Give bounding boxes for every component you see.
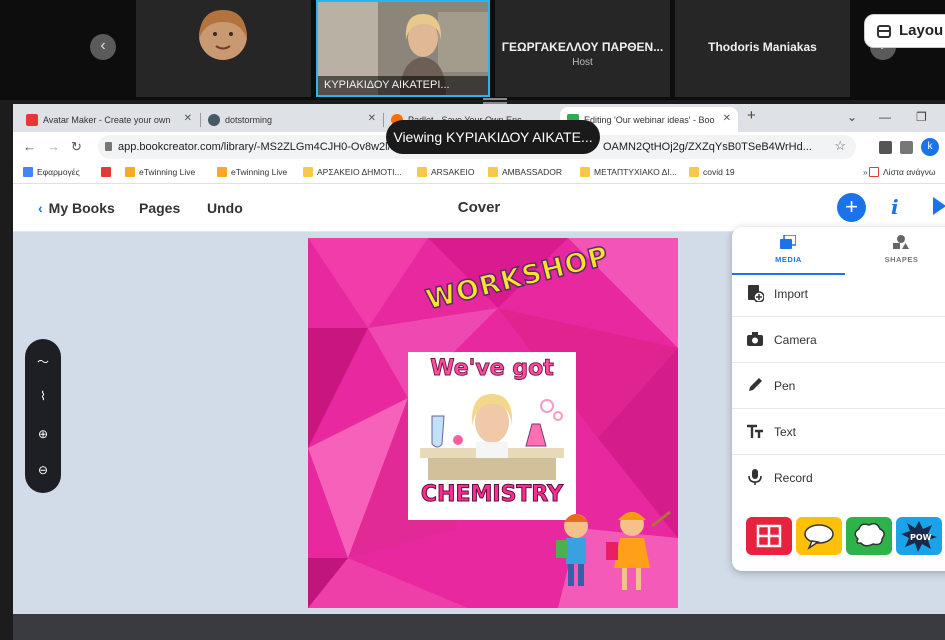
participant-tile-active: ΚΥΡΙΑΚΙΔΟΥ ΑΙΚΑΤΕΡΙ... bbox=[316, 0, 490, 97]
bottom-bar bbox=[13, 614, 945, 640]
reading-list[interactable]: Λίστα ανάγνω bbox=[869, 167, 936, 177]
media-icon bbox=[780, 235, 796, 249]
tab-shapes[interactable]: SHAPES bbox=[845, 227, 945, 275]
host-label: Host bbox=[572, 57, 593, 68]
card-top-text: We've got bbox=[430, 356, 554, 382]
new-tab-button[interactable]: + bbox=[747, 107, 756, 124]
prev-participants-button[interactable]: ‹ bbox=[90, 34, 116, 60]
play-icon[interactable] bbox=[933, 197, 945, 215]
sticker-swatches: POW bbox=[746, 517, 945, 555]
close-tab-icon[interactable]: ✕ bbox=[184, 113, 192, 124]
cloud-bubble-sticker[interactable] bbox=[846, 517, 892, 555]
bookmarks-bar: Εφαρμογές eTwinning Live eTwinning Live … bbox=[13, 162, 945, 184]
profile-avatar[interactable]: k bbox=[921, 138, 939, 156]
back-arrow-icon[interactable]: ← bbox=[23, 139, 36, 154]
zoom-participant-strip: ‹ ΚΥΡΙΑΚΙΔΟΥ ΑΙΚΑΤΕΡΙ... ΓΕΩΡΓΑΚΕΛΛΟΥ ΠΑ… bbox=[0, 0, 945, 100]
highlighter-icon[interactable]: ⌇ bbox=[25, 389, 61, 403]
participant-tile bbox=[136, 0, 311, 97]
shapes-icon bbox=[893, 235, 909, 249]
tab-favicon-icon bbox=[208, 114, 220, 126]
viewing-banner: Viewing ΚΥΡΙΑΚΙΔΟΥ ΑΙΚΑΤΕ... bbox=[386, 120, 600, 154]
layout-icon bbox=[877, 25, 891, 38]
screen: ‹ ΚΥΡΙΑΚΙΔΟΥ ΑΙΚΑΤΕΡΙ... ΓΕΩΡΓΑΚΕΛΛΟΥ ΠΑ… bbox=[0, 0, 945, 640]
layout-button[interactable]: Layou bbox=[864, 14, 945, 48]
bookmark-favicon-icon bbox=[217, 167, 227, 177]
app-toolbar: ‹ My Books Pages Undo Cover + i bbox=[13, 184, 945, 232]
browser-tab[interactable]: Avatar Maker - Create your own ✕ bbox=[19, 107, 199, 132]
camera-icon bbox=[747, 332, 763, 346]
import-icon bbox=[748, 285, 764, 302]
pow-sticker[interactable]: POW bbox=[896, 517, 942, 555]
cover-page[interactable]: WORKSHOP We've got CHEMISTRY bbox=[308, 238, 678, 608]
folder-icon bbox=[689, 167, 699, 177]
folder-icon bbox=[303, 167, 313, 177]
pow-burst-icon: POW bbox=[901, 521, 937, 552]
tab-media[interactable]: MEDIA bbox=[732, 227, 845, 275]
speech-bubble-icon bbox=[804, 524, 834, 551]
kids-sticker bbox=[556, 510, 671, 590]
extensions-puzzle-icon[interactable] bbox=[900, 141, 913, 154]
bookmark-folder[interactable]: ΜΕΤΑΠΤΥΧΙΑΚΟ ΔΙ... bbox=[580, 167, 677, 177]
grid-sticker[interactable] bbox=[746, 517, 792, 555]
bookmark-favicon-icon bbox=[101, 167, 111, 177]
chemistry-card: We've got CHEMISTRY bbox=[408, 352, 576, 520]
bookmark-item[interactable]: Εφαρμογές bbox=[23, 167, 80, 177]
participant-name: ΓΕΩΡΓΑΚΕΛΛΟΥ ΠΑΡΘΕΝ... bbox=[501, 40, 664, 54]
chemistry-illustration bbox=[420, 394, 564, 480]
browser-tab[interactable]: dotstorming ✕ bbox=[201, 107, 383, 132]
drawing-toolbar: 〜 ⌇ ⊕ ⊖ bbox=[25, 339, 61, 493]
close-tab-icon[interactable]: ✕ bbox=[723, 113, 731, 124]
grid-icon bbox=[756, 524, 782, 548]
close-tab-icon[interactable]: ✕ bbox=[368, 113, 376, 124]
zoom-in-icon[interactable]: ⊕ bbox=[25, 427, 61, 441]
pen-tool-icon[interactable]: 〜 bbox=[25, 353, 61, 370]
pen-item[interactable]: Pen bbox=[732, 363, 945, 409]
reading-list-icon bbox=[869, 167, 879, 177]
bookmark-folder[interactable]: AMBASSADOR bbox=[488, 167, 562, 177]
extension-icon[interactable] bbox=[879, 141, 892, 154]
bookmark-folder[interactable]: ΑΡΣΑΚΕΙΟ ΔΗΜΟΤΙ... bbox=[303, 167, 402, 177]
minimize-button[interactable]: — bbox=[879, 110, 891, 124]
apps-icon bbox=[23, 167, 33, 177]
reload-icon[interactable]: ↻ bbox=[71, 139, 82, 155]
page-title: Cover bbox=[457, 199, 501, 216]
lock-icon bbox=[105, 142, 112, 151]
folder-icon bbox=[417, 167, 427, 177]
forward-arrow-icon[interactable]: → bbox=[47, 139, 60, 154]
bookmark-item[interactable]: eTwinning Live bbox=[125, 167, 195, 177]
camera-item[interactable]: Camera bbox=[732, 317, 945, 363]
more-bookmarks-icon[interactable]: » bbox=[849, 167, 868, 177]
participant-name: ΚΥΡΙΑΚΙΔΟΥ ΑΙΚΑΤΕΡΙ... bbox=[324, 79, 450, 91]
folder-icon bbox=[580, 167, 590, 177]
import-item[interactable]: Import bbox=[732, 271, 945, 317]
bookmark-item[interactable]: eTwinning Live bbox=[217, 167, 287, 177]
microphone-icon bbox=[748, 469, 762, 485]
insert-panel: MEDIA SHAPES Import Camera Pen Text Reco… bbox=[732, 227, 945, 571]
participant-tile: Thodoris Maniakas bbox=[675, 0, 850, 97]
record-item[interactable]: Record bbox=[732, 455, 945, 501]
add-button[interactable]: + bbox=[837, 193, 866, 222]
zoom-out-icon[interactable]: ⊖ bbox=[25, 463, 61, 477]
speech-bubble-sticker[interactable] bbox=[796, 517, 842, 555]
cloud-bubble-icon bbox=[854, 522, 885, 547]
text-item[interactable]: Text bbox=[732, 409, 945, 455]
bookmark-folder[interactable]: covid 19 bbox=[689, 167, 735, 177]
participant-tile: ΓΕΩΡΓΑΚΕΛΛΟΥ ΠΑΡΘΕΝ... Host bbox=[495, 0, 670, 97]
pen-icon bbox=[749, 378, 762, 391]
star-icon[interactable]: ☆ bbox=[834, 138, 846, 154]
tab-favicon-icon bbox=[26, 114, 38, 126]
restore-button[interactable]: ❐ bbox=[916, 110, 927, 124]
bookmark-folder[interactable]: ARSAKEIO bbox=[417, 167, 474, 177]
participant-name: Thodoris Maniakas bbox=[708, 40, 817, 54]
folder-icon bbox=[488, 167, 498, 177]
info-button[interactable]: i bbox=[891, 195, 899, 219]
bookmark-favicon-icon bbox=[125, 167, 135, 177]
text-icon bbox=[747, 424, 763, 438]
participant-avatar bbox=[199, 10, 247, 60]
tab-search-icon[interactable]: ⌄ bbox=[847, 110, 857, 124]
svg-text:POW: POW bbox=[910, 533, 932, 542]
